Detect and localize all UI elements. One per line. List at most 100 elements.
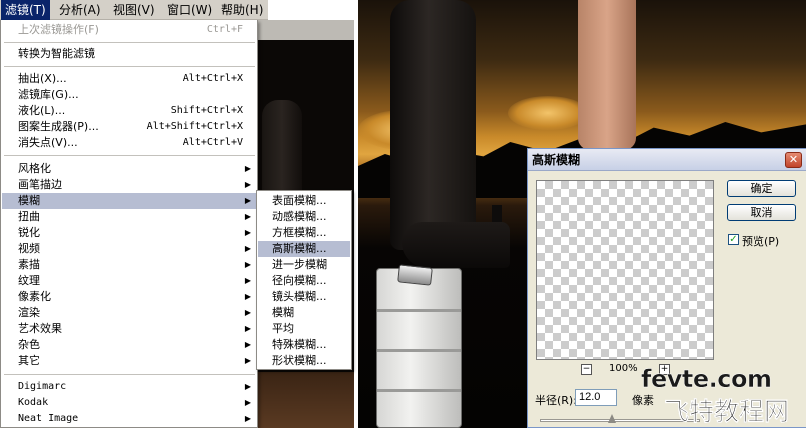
menu-item-label: 锐化	[18, 226, 40, 239]
blur-submenu: 表面模糊... 动感模糊... 方框模糊... 高斯模糊... 进一步模糊 径向…	[256, 190, 352, 370]
menu-item-other[interactable]: 其它 ▶	[2, 353, 257, 369]
submenu-item-smart-blur[interactable]: 特殊模糊...	[258, 337, 350, 353]
menu-help[interactable]: 帮助(H)	[217, 0, 267, 20]
submenu-arrow-icon: ▶	[244, 260, 251, 269]
menu-item-label: 其它	[18, 354, 40, 367]
photo-suitcase-ridge	[377, 389, 461, 392]
menu-separator	[4, 66, 255, 67]
menu-item-render[interactable]: 渲染 ▶	[2, 305, 257, 321]
menu-item-digimarc[interactable]: Digimarc ▶	[2, 379, 257, 395]
menu-item-label: 图案生成器(P)...	[18, 120, 99, 133]
menu-item-noise[interactable]: 杂色 ▶	[2, 337, 257, 353]
submenu-arrow-icon: ▶	[244, 212, 251, 221]
menu-item-kodak[interactable]: Kodak ▶	[2, 395, 257, 411]
submenu-arrow-icon: ▶	[244, 398, 251, 407]
submenu-item-average[interactable]: 平均	[258, 321, 350, 337]
watermark-site-name: 飞特教程网	[664, 397, 790, 426]
menu-item-label: 杂色	[18, 338, 40, 351]
menu-item-stylize[interactable]: 风格化 ▶	[2, 161, 257, 177]
menu-item-pixelate[interactable]: 像素化 ▶	[2, 289, 257, 305]
menu-item-sketch[interactable]: 素描 ▶	[2, 257, 257, 273]
menu-item-blur[interactable]: 模糊 ▶	[2, 193, 257, 209]
menu-item-label: 风格化	[18, 162, 51, 175]
submenu-item-blur-more[interactable]: 进一步模糊	[258, 257, 350, 273]
photo-suitcase	[376, 268, 462, 428]
menu-item-label: 上次滤镜操作(F)	[18, 23, 99, 36]
document-canvas-floor	[258, 372, 354, 428]
photo-phone	[397, 264, 433, 286]
preview-checkbox[interactable]: ✓	[728, 234, 739, 245]
submenu-arrow-icon: ▶	[244, 340, 251, 349]
menu-separator	[4, 155, 255, 156]
photo-cloud	[508, 96, 588, 130]
menu-item-label: 艺术效果	[18, 322, 62, 335]
close-icon[interactable]: ✕	[785, 152, 802, 168]
menu-separator	[4, 374, 255, 375]
submenu-arrow-icon: ▶	[244, 356, 251, 365]
menu-item-sharpen[interactable]: 锐化 ▶	[2, 225, 257, 241]
submenu-arrow-icon: ▶	[244, 276, 251, 285]
submenu-item-motion-blur[interactable]: 动感模糊...	[258, 209, 350, 225]
menu-view[interactable]: 视图(V)	[109, 0, 159, 20]
menu-item-label: 像素化	[18, 290, 51, 303]
menu-item-distort[interactable]: 扭曲 ▶	[2, 209, 257, 225]
ok-button[interactable]: 确定	[727, 180, 796, 197]
menu-window[interactable]: 窗口(W)	[163, 0, 216, 20]
menu-item-video[interactable]: 视频 ▶	[2, 241, 257, 257]
menu-item-label: Digimarc	[18, 381, 67, 392]
radius-label: 半径(R):	[535, 394, 577, 407]
cancel-button[interactable]: 取消	[727, 204, 796, 221]
menu-analysis[interactable]: 分析(A)	[55, 0, 105, 20]
submenu-arrow-icon: ▶	[244, 414, 251, 423]
submenu-item-lens-blur[interactable]: 镜头模糊...	[258, 289, 350, 305]
watermark-url: fevte.com	[641, 365, 772, 393]
menu-item-label: Kodak	[18, 397, 49, 408]
menu-item-label: 渲染	[18, 306, 40, 319]
menu-item-label: 纹理	[18, 274, 40, 287]
submenu-item-shape-blur[interactable]: 形状模糊...	[258, 353, 350, 369]
radius-unit: 像素	[632, 394, 654, 407]
menu-item-texture[interactable]: 纹理 ▶	[2, 273, 257, 289]
menu-item-filter-gallery[interactable]: 滤镜库(G)...	[2, 87, 257, 103]
menu-filter[interactable]: 滤镜(T)	[1, 0, 50, 20]
menu-separator	[4, 42, 255, 43]
menu-item-brush-strokes[interactable]: 画笔描边 ▶	[2, 177, 257, 193]
submenu-item-surface-blur[interactable]: 表面模糊...	[258, 193, 350, 209]
menu-item-label: 扭曲	[18, 210, 40, 223]
menu-item-vanishing-point[interactable]: 消失点(V)... Alt+Ctrl+V	[2, 135, 257, 151]
menu-item-pattern-maker[interactable]: 图案生成器(P)... Alt+Shift+Ctrl+X	[2, 119, 257, 135]
submenu-arrow-icon: ▶	[244, 244, 251, 253]
menu-item-shortcut: Alt+Ctrl+V	[182, 137, 243, 148]
submenu-arrow-icon: ▶	[244, 180, 251, 189]
menu-item-shortcut: Ctrl+F	[206, 24, 243, 35]
menu-item-label: 滤镜库(G)...	[18, 88, 79, 101]
submenu-arrow-icon: ▶	[244, 292, 251, 301]
menu-item-label: Neat Image	[18, 413, 79, 424]
preview-area[interactable]	[536, 180, 714, 360]
menu-item-shortcut: Shift+Ctrl+X	[170, 105, 243, 116]
submenu-arrow-icon: ▶	[244, 196, 251, 205]
menu-bar: 滤镜(T) 分析(A) 视图(V) 窗口(W) 帮助(H)	[0, 0, 268, 20]
menu-item-label: 素描	[18, 258, 40, 271]
submenu-arrow-icon: ▶	[244, 382, 251, 391]
menu-item-liquify[interactable]: 液化(L)... Shift+Ctrl+X	[2, 103, 257, 119]
submenu-arrow-icon: ▶	[244, 308, 251, 317]
submenu-arrow-icon: ▶	[244, 228, 251, 237]
preview-checkbox-label: 预览(P)	[742, 235, 780, 248]
menu-item-artistic[interactable]: 艺术效果 ▶	[2, 321, 257, 337]
zoom-out-button[interactable]: −	[581, 364, 592, 375]
menu-item-convert-smart-filter[interactable]: 转换为智能滤镜	[2, 46, 257, 62]
menu-item-extract[interactable]: 抽出(X)... Alt+Ctrl+X	[2, 71, 257, 87]
radius-input[interactable]: 12.0	[575, 389, 617, 406]
zoom-level: 100%	[609, 363, 638, 374]
menu-item-label: 转换为智能滤镜	[18, 47, 95, 60]
submenu-arrow-icon: ▶	[244, 164, 251, 173]
submenu-item-radial-blur[interactable]: 径向模糊...	[258, 273, 350, 289]
menu-item-neat-image[interactable]: Neat Image ▶	[2, 411, 257, 427]
submenu-item-blur[interactable]: 模糊	[258, 305, 350, 321]
submenu-item-gaussian-blur[interactable]: 高斯模糊...	[258, 241, 350, 257]
photo-boot-foot	[402, 222, 510, 268]
submenu-item-box-blur[interactable]: 方框模糊...	[258, 225, 350, 241]
document-toolbar-strip	[258, 20, 354, 40]
dialog-titlebar[interactable]: 高斯模糊 ✕	[528, 149, 806, 171]
